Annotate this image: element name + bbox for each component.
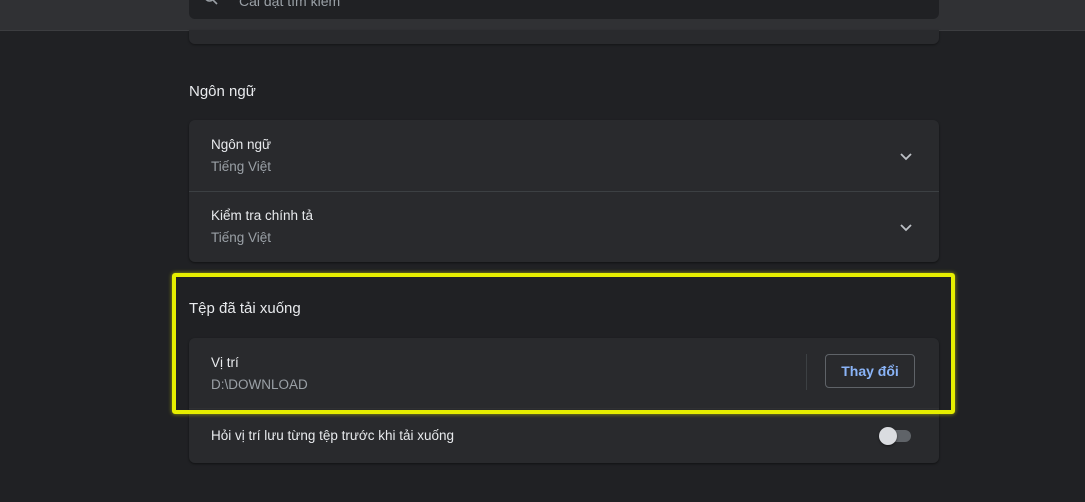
chevron-down-icon[interactable] xyxy=(898,148,914,164)
change-location-button[interactable]: Thay đổi xyxy=(825,354,915,388)
ask-location-label: Hỏi vị trí lưu từng tệp trước khi tải xu… xyxy=(211,428,455,443)
previous-section-card xyxy=(189,30,939,44)
search-box[interactable]: Cài đặt tìm kiếm xyxy=(189,0,939,19)
language-row-value: Tiếng Việt xyxy=(211,159,272,174)
download-location-path: D:\DOWNLOAD xyxy=(211,377,308,392)
search-icon xyxy=(205,0,218,5)
toggle-knob xyxy=(879,427,897,445)
chevron-down-icon[interactable] xyxy=(898,219,914,235)
spellcheck-row-title: Kiểm tra chính tả xyxy=(211,208,314,223)
search-input[interactable]: Cài đặt tìm kiếm xyxy=(239,0,340,9)
ask-location-toggle[interactable] xyxy=(879,426,915,446)
language-card: Ngôn ngữ Tiếng Việt Kiểm tra chính tả Ti… xyxy=(189,120,939,262)
spellcheck-row[interactable]: Kiểm tra chính tả Tiếng Việt xyxy=(189,192,939,262)
vertical-separator xyxy=(806,354,807,390)
section-title-language: Ngôn ngữ xyxy=(189,83,256,100)
download-location-title: Vị trí xyxy=(211,355,239,370)
language-row-title: Ngôn ngữ xyxy=(211,137,272,152)
spellcheck-row-value: Tiếng Việt xyxy=(211,230,272,245)
downloads-card: Vị trí D:\DOWNLOAD Thay đổi Hỏi vị trí l… xyxy=(189,338,939,463)
download-location-row: Vị trí D:\DOWNLOAD Thay đổi xyxy=(189,338,939,408)
section-title-downloads: Tệp đã tải xuống xyxy=(189,300,301,317)
settings-toolbar: Cài đặt tìm kiếm xyxy=(0,0,1085,31)
language-row[interactable]: Ngôn ngữ Tiếng Việt xyxy=(189,120,939,191)
ask-location-row[interactable]: Hỏi vị trí lưu từng tệp trước khi tải xu… xyxy=(189,409,939,463)
